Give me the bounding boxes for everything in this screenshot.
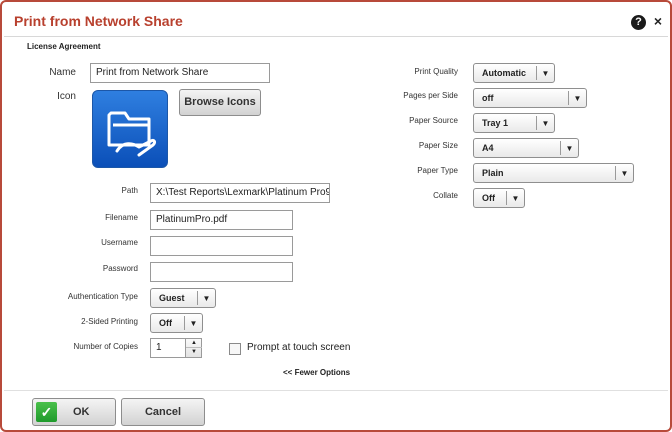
print-quality-label: Print Quality	[414, 67, 458, 76]
chevron-down-icon: ▼	[197, 291, 215, 305]
paper-type-dropdown[interactable]: Plain ▼	[473, 163, 634, 183]
chevron-down-icon: ▼	[506, 191, 524, 205]
paper-size-value: A4	[482, 143, 494, 153]
pages-per-side-label: Pages per Side	[403, 91, 458, 100]
dialog-window: Print from Network Share ? × License Agr…	[0, 0, 672, 432]
stepper-arrows[interactable]: ▲ ▼	[185, 339, 202, 357]
paper-type-label: Paper Type	[417, 166, 458, 175]
name-label: Name	[49, 67, 76, 78]
copies-value: 1	[156, 342, 162, 353]
cancel-button[interactable]: Cancel	[121, 398, 205, 426]
chevron-down-icon: ▼	[184, 316, 202, 330]
filename-label: Filename	[105, 213, 138, 222]
fewer-options-link[interactable]: << Fewer Options	[283, 368, 350, 377]
auth-type-label: Authentication Type	[67, 292, 138, 301]
username-field[interactable]	[150, 236, 293, 256]
paper-size-dropdown[interactable]: A4 ▼	[473, 138, 579, 158]
auth-type-dropdown[interactable]: Guest ▼	[150, 288, 216, 308]
copies-label: Number of Copies	[73, 342, 138, 351]
password-field[interactable]	[150, 262, 293, 282]
path-field[interactable]: X:\Test Reports\Lexmark\Platinum Pro9	[150, 183, 330, 203]
footer-divider	[4, 390, 668, 391]
print-quality-value: Automatic	[482, 68, 527, 78]
folder-hand-icon-graphic	[107, 111, 156, 157]
paper-type-value: Plain	[482, 168, 504, 178]
chevron-down-icon: ▼	[536, 66, 554, 80]
name-field[interactable]: Print from Network Share	[90, 63, 270, 83]
path-label: Path	[121, 186, 138, 195]
browse-icons-button[interactable]: Browse Icons	[179, 89, 261, 116]
paper-source-dropdown[interactable]: Tray 1 ▼	[473, 113, 555, 133]
help-icon[interactable]: ?	[631, 15, 646, 30]
two-sided-label: 2-Sided Printing	[81, 317, 138, 326]
checkmark-icon: ✓	[36, 402, 57, 422]
icon-label: Icon	[57, 91, 76, 102]
chevron-down-icon: ▼	[536, 116, 554, 130]
dialog-title: Print from Network Share	[14, 13, 183, 29]
paper-source-label: Paper Source	[409, 116, 458, 125]
username-label: Username	[101, 238, 138, 247]
prompt-checkbox[interactable]	[229, 343, 241, 355]
ok-label: OK	[73, 406, 90, 418]
paper-source-value: Tray 1	[482, 118, 509, 128]
section-label[interactable]: License Agreement	[27, 42, 101, 51]
ok-button[interactable]: ✓ OK	[32, 398, 116, 426]
collate-label: Collate	[433, 191, 458, 200]
chevron-down-icon[interactable]: ▼	[186, 348, 202, 357]
pages-per-side-value: off	[482, 93, 494, 103]
title-bar: Print from Network Share ? ×	[4, 4, 668, 37]
chevron-up-icon[interactable]: ▲	[186, 339, 202, 348]
auth-type-value: Guest	[159, 293, 185, 303]
copies-stepper[interactable]: 1 ▲ ▼	[150, 338, 202, 358]
chevron-down-icon: ▼	[568, 91, 586, 105]
print-quality-dropdown[interactable]: Automatic ▼	[473, 63, 555, 83]
two-sided-dropdown[interactable]: Off ▼	[150, 313, 203, 333]
folder-hand-icon[interactable]	[92, 90, 168, 168]
chevron-down-icon: ▼	[560, 141, 578, 155]
close-icon[interactable]: ×	[654, 13, 662, 29]
filename-field[interactable]: PlatinumPro.pdf	[150, 210, 293, 230]
paper-size-label: Paper Size	[418, 141, 458, 150]
two-sided-value: Off	[159, 318, 172, 328]
chevron-down-icon: ▼	[615, 166, 633, 180]
password-label: Password	[102, 264, 138, 273]
collate-value: Off	[482, 193, 495, 203]
prompt-label: Prompt at touch screen	[247, 342, 351, 353]
pages-per-side-dropdown[interactable]: off ▼	[473, 88, 587, 108]
collate-dropdown[interactable]: Off ▼	[473, 188, 525, 208]
